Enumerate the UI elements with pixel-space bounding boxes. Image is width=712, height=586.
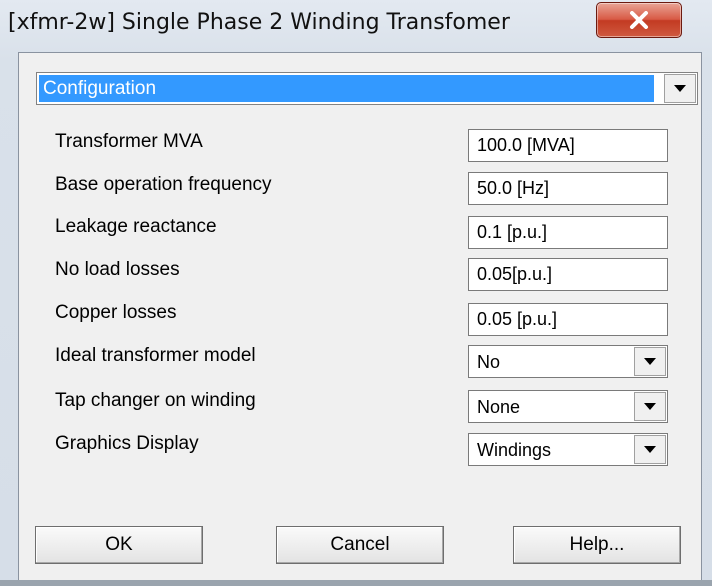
- section-dropdown-value: Configuration: [39, 75, 654, 102]
- transformer-mva-field[interactable]: 100.0 [MVA]: [468, 129, 668, 162]
- chevron-down-icon: [644, 358, 656, 365]
- section-dropdown-button[interactable]: [664, 74, 696, 103]
- label-ideal-transformer-model: Ideal transformer model: [55, 345, 256, 366]
- tap-changer-select[interactable]: None: [468, 390, 668, 423]
- ok-button[interactable]: OK: [35, 526, 203, 564]
- no-load-losses-field[interactable]: 0.05[p.u.]: [468, 258, 668, 291]
- leakage-reactance-field[interactable]: 0.1 [p.u.]: [468, 216, 668, 249]
- tap-changer-dropdown-button[interactable]: [634, 392, 666, 421]
- window-bottom-edge: [0, 580, 712, 586]
- label-base-frequency: Base operation frequency: [55, 174, 272, 195]
- cancel-button[interactable]: Cancel: [276, 526, 444, 564]
- close-icon: [628, 11, 650, 29]
- base-frequency-field[interactable]: 50.0 [Hz]: [468, 172, 668, 205]
- dialog-window: [xfmr-2w] Single Phase 2 Winding Transfo…: [0, 0, 712, 586]
- label-tap-changer: Tap changer on winding: [55, 390, 256, 411]
- ideal-model-select[interactable]: No: [468, 345, 668, 378]
- ideal-model-dropdown-button[interactable]: [634, 347, 666, 376]
- label-transformer-mva: Transformer MVA: [55, 131, 203, 152]
- label-leakage-reactance: Leakage reactance: [55, 216, 217, 237]
- close-button[interactable]: [596, 2, 682, 38]
- graphics-display-select[interactable]: Windings: [468, 433, 668, 466]
- tap-changer-value: None: [477, 397, 521, 417]
- chevron-down-icon: [674, 85, 686, 92]
- label-graphics-display: Graphics Display: [55, 433, 199, 454]
- window-title: [xfmr-2w] Single Phase 2 Winding Transfo…: [8, 10, 510, 35]
- graphics-display-value: Windings: [477, 440, 552, 460]
- ideal-model-value: No: [477, 352, 501, 372]
- chevron-down-icon: [644, 446, 656, 453]
- help-button[interactable]: Help...: [513, 526, 681, 564]
- label-no-load-losses: No load losses: [55, 259, 180, 280]
- section-dropdown[interactable]: Configuration: [36, 72, 698, 105]
- graphics-display-dropdown-button[interactable]: [634, 435, 666, 464]
- chevron-down-icon: [644, 403, 656, 410]
- copper-losses-field[interactable]: 0.05 [p.u.]: [468, 303, 668, 336]
- label-copper-losses: Copper losses: [55, 302, 177, 323]
